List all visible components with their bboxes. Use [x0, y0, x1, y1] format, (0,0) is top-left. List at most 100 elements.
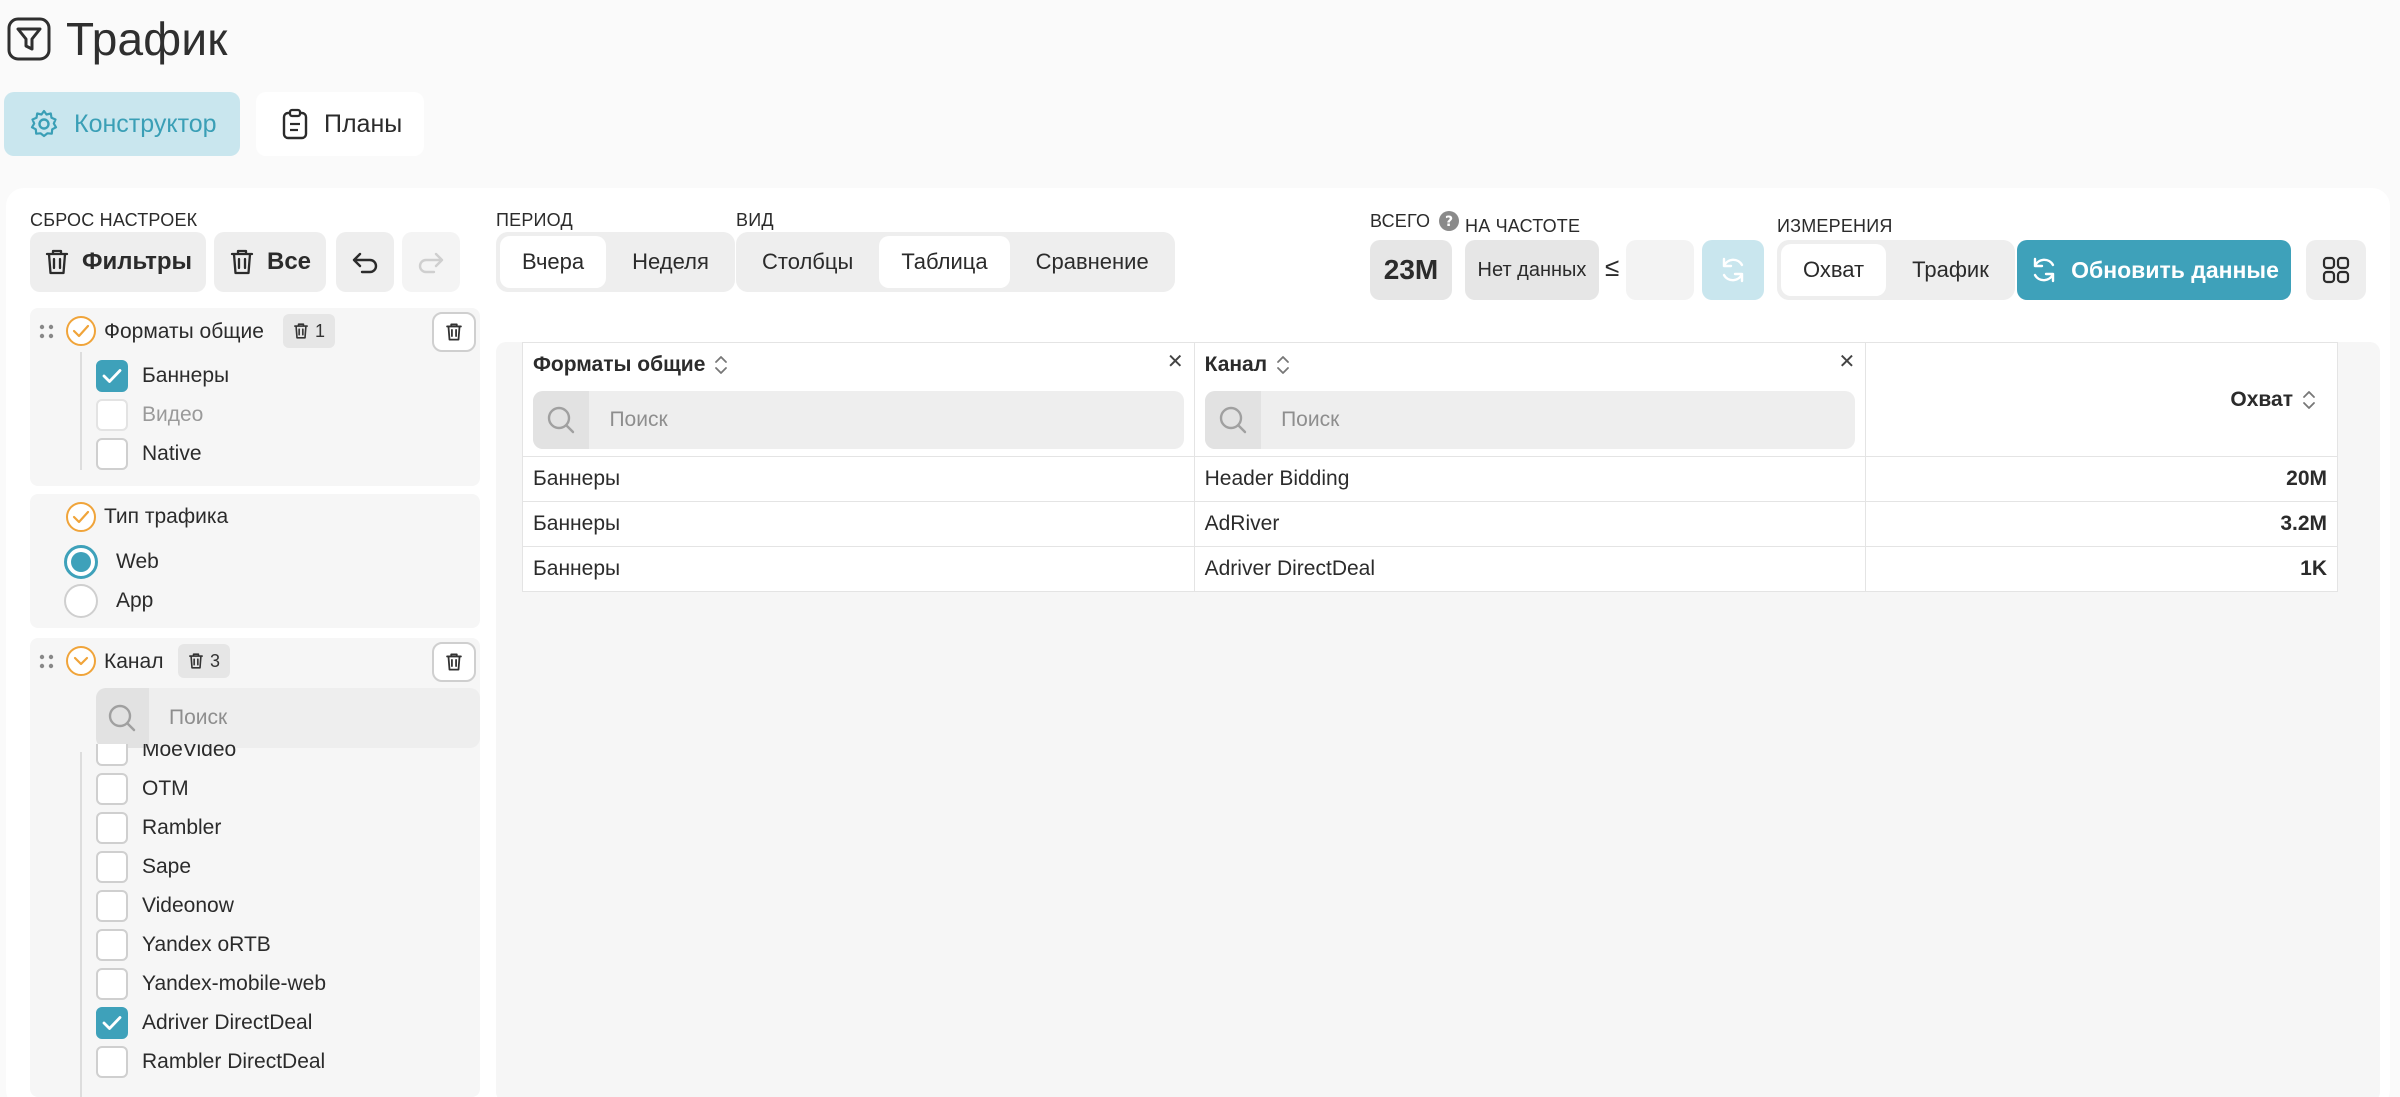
reset-filters-button[interactable]: Фильтры — [30, 232, 206, 292]
help-icon[interactable]: ? — [1438, 210, 1460, 232]
total-label: ВСЕГО — [1370, 210, 1431, 231]
option-channel[interactable]: Yandex-mobile-web — [96, 964, 480, 1003]
checkbox[interactable] — [96, 1045, 128, 1078]
sort-icon[interactable] — [713, 354, 729, 376]
search-icon — [533, 391, 590, 449]
filter-title-channel: Канал — [104, 650, 164, 673]
measure-option-reach[interactable]: Охват — [1781, 244, 1887, 296]
page-title: Трафик — [66, 13, 228, 65]
option-channel[interactable]: Adriver DirectDeal — [96, 1003, 480, 1042]
close-icon[interactable]: ✕ — [1167, 349, 1184, 374]
tree-line — [80, 352, 82, 470]
option-channel[interactable]: Videonow — [96, 886, 480, 925]
channel-search — [96, 688, 480, 748]
sort-icon[interactable] — [1275, 354, 1291, 376]
undo-icon — [350, 249, 380, 275]
cell-format: Баннеры — [522, 546, 1195, 592]
period-segmented: Вчера Неделя — [496, 232, 735, 292]
table-row[interactable]: Баннеры AdRiver 3.2M — [522, 501, 2338, 547]
table-row[interactable]: Баннеры Adriver DirectDeal 1K — [522, 546, 2338, 592]
selected-count-badge[interactable]: 1 — [283, 314, 336, 348]
drag-handle-icon[interactable] — [38, 652, 56, 672]
funnel-icon — [6, 16, 52, 62]
radio-selected[interactable] — [64, 544, 98, 579]
checkbox-checked[interactable] — [96, 1006, 128, 1039]
option-banners[interactable]: Баннеры — [96, 356, 229, 395]
checkbox[interactable] — [96, 437, 128, 470]
table-row[interactable]: Баннеры Header Bidding 20M — [522, 456, 2338, 502]
trash-icon — [44, 248, 70, 276]
clipboard-icon — [280, 108, 310, 140]
option-native[interactable]: Native — [96, 434, 229, 473]
view-option-compare[interactable]: Сравнение — [1014, 236, 1171, 288]
tab-constructor[interactable]: Конструктор — [4, 92, 240, 156]
channel-search-input[interactable] — [148, 706, 480, 730]
option-channel[interactable]: OTM — [96, 769, 480, 808]
checkbox[interactable] — [96, 967, 128, 1000]
column-header-formats: Форматы общие ✕ — [522, 342, 1195, 457]
option-channel[interactable]: Rambler — [96, 808, 480, 847]
measure-option-traffic[interactable]: Трафик — [1890, 244, 2011, 296]
undo-button[interactable] — [336, 232, 394, 292]
column-search-formats — [533, 391, 1184, 449]
radio[interactable] — [64, 583, 98, 618]
gear-icon — [28, 108, 60, 140]
option-channel[interactable]: Yandex oRTB — [96, 925, 480, 964]
view-label: ВИД — [736, 210, 774, 230]
column-header-reach: Охват — [1865, 342, 2338, 457]
formats-options: Баннеры Видео Native — [96, 356, 229, 473]
frequency-input[interactable] — [1626, 240, 1694, 300]
cell-reach: 20M — [1865, 456, 2338, 502]
trash-icon — [293, 322, 309, 340]
redo-button[interactable] — [402, 232, 460, 292]
checkbox[interactable] — [96, 811, 128, 844]
option-app[interactable]: App — [64, 581, 159, 620]
tab-plans-label: Планы — [324, 109, 403, 138]
frequency-label: НА ЧАСТОТЕ — [1465, 216, 1581, 236]
option-channel[interactable]: Sape — [96, 847, 480, 886]
column-search-channel — [1204, 391, 1856, 449]
grid-icon — [2321, 255, 2351, 285]
refresh-data-button[interactable]: Обновить данные — [2017, 240, 2291, 300]
tab-plans[interactable]: Планы — [256, 92, 424, 156]
checkbox[interactable] — [96, 744, 128, 766]
tab-constructor-label: Конструктор — [74, 109, 217, 138]
channel-options-list[interactable]: MoeVideo OTM Rambler Sape Videonow Yande… — [96, 744, 480, 1097]
checkbox[interactable] — [96, 928, 128, 961]
cell-reach: 1K — [1865, 546, 2338, 592]
layout-grid-button[interactable] — [2306, 240, 2366, 300]
checkbox[interactable] — [96, 850, 128, 883]
refresh-icon — [2029, 255, 2059, 285]
selected-count-badge[interactable]: 3 — [178, 644, 231, 678]
option-video[interactable]: Видео — [96, 395, 229, 434]
frequency-refresh-button[interactable] — [1702, 240, 1764, 300]
checkbox[interactable] — [96, 772, 128, 805]
option-web[interactable]: Web — [64, 542, 159, 581]
trash-icon — [445, 652, 463, 672]
checkbox[interactable] — [96, 398, 128, 431]
checkbox-checked[interactable] — [96, 359, 128, 392]
period-option-yesterday[interactable]: Вчера — [500, 236, 607, 288]
view-option-table[interactable]: Таблица — [879, 236, 1010, 288]
redo-icon — [416, 249, 446, 275]
checkbox[interactable] — [96, 889, 128, 922]
view-option-columns[interactable]: Столбцы — [740, 236, 875, 288]
reset-all-button[interactable]: Все — [214, 232, 326, 292]
measures-label: ИЗМЕРЕНИЯ — [1777, 216, 1893, 236]
trash-icon — [445, 322, 463, 342]
close-icon[interactable]: ✕ — [1838, 349, 1855, 374]
option-channel[interactable]: MoeVideo — [96, 744, 480, 769]
remove-filter-button[interactable] — [432, 642, 476, 682]
option-channel[interactable]: Rambler DirectDeal — [96, 1042, 480, 1081]
cell-channel: AdRiver — [1193, 501, 1867, 547]
reset-settings-label: СБРОС НАСТРОЕК — [30, 210, 198, 230]
traffic-type-options: Web App — [64, 542, 159, 620]
chevron-down-icon[interactable] — [66, 646, 96, 676]
sort-icon[interactable] — [2301, 389, 2317, 411]
column-search-input-formats[interactable] — [589, 408, 1184, 432]
remove-filter-button[interactable] — [432, 312, 476, 352]
drag-handle-icon[interactable] — [38, 322, 56, 342]
column-header-channel: Канал ✕ — [1193, 342, 1867, 457]
column-search-input-channel[interactable] — [1261, 408, 1856, 432]
period-option-week[interactable]: Неделя — [610, 236, 731, 288]
